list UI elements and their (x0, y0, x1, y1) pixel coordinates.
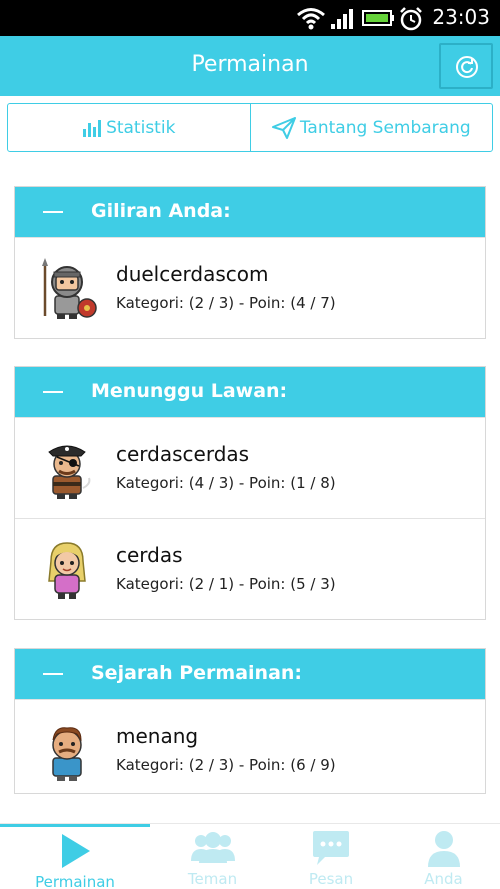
nav-permainan[interactable]: Permainan (0, 824, 150, 889)
game-score: Kategori: (2 / 1) - Poin: (5 / 3) (116, 575, 336, 593)
nav-anda[interactable]: Anda (387, 824, 500, 889)
clock: 23:03 (432, 5, 490, 29)
opponent-name: cerdascerdas (116, 442, 250, 466)
bar-chart-icon (83, 119, 102, 137)
battery-icon (362, 10, 394, 26)
refresh-icon (456, 56, 478, 78)
section-title: Menunggu Lawan: (91, 380, 288, 402)
game-row[interactable]: cerdas Kategori: (2 / 1) - Poin: (5 / 3) (15, 518, 485, 619)
page-title: Permainan (191, 52, 309, 77)
tantang-sembarang-button[interactable]: Tantang Sembarang (249, 104, 493, 151)
wifi-icon (297, 8, 325, 30)
game-row[interactable]: menang Kategori: (2 / 3) - Poin: (6 / 9) (15, 699, 485, 793)
tantang-sembarang-label: Tantang Sembarang (299, 117, 471, 138)
nav-label: Pesan (308, 870, 354, 888)
paper-plane-icon (271, 116, 296, 139)
opponent-name: duelcerdascom (116, 262, 269, 286)
user-icon (427, 831, 460, 867)
game-row[interactable]: duelcerdascom Kategori: (2 / 3) - Poin: … (15, 237, 485, 338)
man-avatar (52, 727, 82, 781)
collapse-icon (43, 391, 63, 393)
girl-avatar (48, 542, 86, 599)
group-icon (190, 832, 235, 863)
collapse-icon (43, 211, 63, 213)
section-header[interactable]: Menunggu Lawan: (15, 367, 485, 417)
top-tabs: Statistik Tantang Sembarang (7, 103, 493, 152)
alarm-icon (400, 7, 422, 31)
game-row[interactable]: cerdascerdas Kategori: (4 / 3) - Poin: (… (15, 417, 485, 518)
knight-avatar (42, 258, 97, 319)
section-header[interactable]: Giliran Anda: (15, 187, 485, 237)
section-waiting: Menunggu Lawan: cerdascerdas Kategori: (… (14, 366, 486, 620)
opponent-name: cerdas (116, 543, 183, 567)
nav-label: Anda (424, 870, 463, 888)
section-your-turn: Giliran Anda: duelcerdascom Kategori: (2… (14, 186, 486, 339)
bottom-navigation: Permainan Teman Pesan Anda (0, 823, 500, 889)
signal-icon (331, 9, 353, 29)
statistik-label: Statistik (106, 117, 176, 138)
chat-bubble-icon (313, 831, 349, 865)
game-score: Kategori: (4 / 3) - Poin: (1 / 8) (116, 474, 336, 492)
section-title: Sejarah Permainan: (91, 662, 303, 684)
nav-label: Permainan (35, 873, 115, 889)
play-icon (62, 834, 90, 868)
opponent-name: menang (116, 724, 199, 748)
game-score: Kategori: (2 / 3) - Poin: (4 / 7) (116, 294, 336, 312)
nav-label: Teman (187, 870, 238, 888)
game-score: Kategori: (2 / 3) - Poin: (6 / 9) (116, 756, 336, 774)
collapse-icon (43, 673, 63, 675)
refresh-button[interactable] (439, 43, 493, 89)
status-bar: 23:03 (0, 0, 500, 36)
section-history: Sejarah Permainan: menang Kategori: (2 /… (14, 648, 486, 794)
section-title: Giliran Anda: (91, 200, 231, 222)
pirate-avatar (48, 445, 91, 499)
statistik-button[interactable]: Statistik (8, 104, 250, 151)
action-bar: Permainan (0, 36, 500, 96)
nav-teman[interactable]: Teman (150, 824, 275, 889)
nav-pesan[interactable]: Pesan (275, 824, 387, 889)
section-header[interactable]: Sejarah Permainan: (15, 649, 485, 699)
